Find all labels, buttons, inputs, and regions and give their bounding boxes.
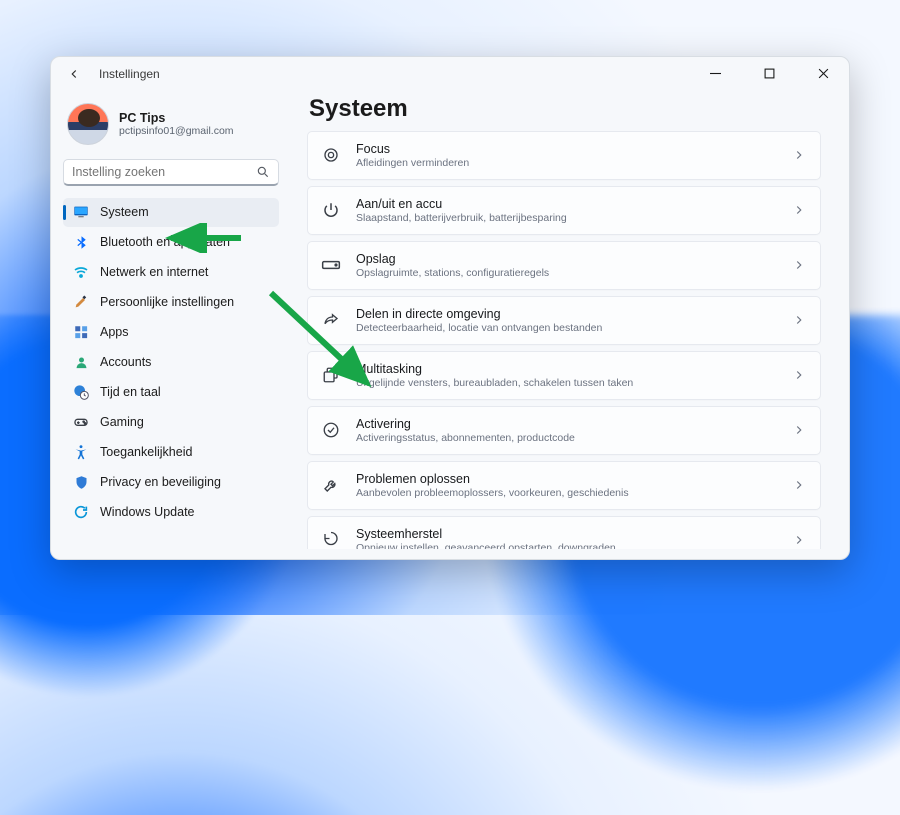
check-circle-icon — [320, 421, 342, 439]
restore-icon — [320, 531, 342, 549]
share-icon — [320, 311, 342, 329]
windows-stack-icon — [320, 366, 342, 384]
monitor-icon — [73, 204, 89, 220]
sidebar-item-toegankelijkheid[interactable]: Toegankelijkheid — [63, 438, 279, 467]
apps-icon — [73, 324, 89, 340]
brush-icon — [73, 294, 89, 310]
shield-icon — [73, 474, 89, 490]
profile-block[interactable]: PC Tips pctipsinfo01@gmail.com — [63, 99, 279, 153]
sidebar-item-systeem[interactable]: Systeem — [63, 198, 279, 227]
titlebar: Instellingen — [51, 57, 849, 91]
arrow-left-icon — [67, 67, 81, 81]
target-icon — [320, 146, 342, 164]
profile-name: PC Tips — [119, 111, 234, 125]
wifi-icon — [73, 264, 89, 280]
sidebar-item-apps[interactable]: Apps — [63, 318, 279, 347]
sidebar-item-bluetooth-en-apparaten[interactable]: Bluetooth en apparaten — [63, 228, 279, 257]
settings-list[interactable]: FocusAfleidingen verminderen Aan/uit en a… — [307, 131, 827, 549]
setting-subtitle: Uitgelijnde vensters, bureaubladen, scha… — [356, 377, 778, 389]
setting-title: Aan/uit en accu — [356, 197, 778, 211]
chevron-right-icon — [792, 368, 806, 382]
chevron-right-icon — [792, 203, 806, 217]
setting-title: Systeemherstel — [356, 527, 778, 541]
setting-subtitle: Activeringsstatus, abonnementen, product… — [356, 432, 778, 444]
sidebar-item-label: Toegankelijkheid — [100, 445, 192, 459]
setting-title: Problemen oplossen — [356, 472, 778, 486]
sidebar-item-label: Bluetooth en apparaten — [100, 235, 230, 249]
setting-subtitle: Aanbevolen probleemoplossers, voorkeuren… — [356, 487, 778, 499]
maximize-button[interactable] — [749, 60, 789, 88]
bluetooth-icon — [73, 234, 89, 250]
setting-row-focus[interactable]: FocusAfleidingen verminderen — [307, 131, 821, 180]
globe-clock-icon — [73, 384, 89, 400]
sidebar-item-label: Privacy en beveiliging — [100, 475, 221, 489]
page-title: Systeem — [309, 95, 827, 123]
settings-window: Instellingen PC Tips pctipsinfo01@gmail.… — [50, 56, 850, 560]
chevron-right-icon — [792, 478, 806, 492]
setting-subtitle: Slaapstand, batterijverbruik, batterijbe… — [356, 212, 778, 224]
minimize-button[interactable] — [695, 60, 735, 88]
setting-row-aan-uit-en-accu[interactable]: Aan/uit en accuSlaapstand, batterijverbr… — [307, 186, 821, 235]
sidebar-item-label: Systeem — [100, 205, 149, 219]
sidebar-item-label: Accounts — [100, 355, 151, 369]
sidebar-item-privacy-en-beveiliging[interactable]: Privacy en beveiliging — [63, 468, 279, 497]
setting-title: Activering — [356, 417, 778, 431]
setting-row-activering[interactable]: ActiveringActiveringsstatus, abonnemente… — [307, 406, 821, 455]
avatar — [67, 103, 109, 145]
update-icon — [73, 504, 89, 520]
close-button[interactable] — [803, 60, 843, 88]
sidebar-item-label: Tijd en taal — [100, 385, 161, 399]
person-icon — [73, 354, 89, 370]
sidebar-item-tijd-en-taal[interactable]: Tijd en taal — [63, 378, 279, 407]
sidebar: PC Tips pctipsinfo01@gmail.com Systeem Bl… — [51, 91, 291, 559]
power-icon — [320, 201, 342, 219]
sidebar-item-label: Gaming — [100, 415, 144, 429]
search-box[interactable] — [63, 159, 279, 186]
content-area: PC Tips pctipsinfo01@gmail.com Systeem Bl… — [51, 91, 849, 559]
setting-row-problemen-oplossen[interactable]: Problemen oplossenAanbevolen probleemopl… — [307, 461, 821, 510]
chevron-right-icon — [792, 533, 806, 547]
gamepad-icon — [73, 414, 89, 430]
setting-title: Delen in directe omgeving — [356, 307, 778, 321]
sidebar-item-label: Netwerk en internet — [100, 265, 208, 279]
setting-row-multitasking[interactable]: MultitaskingUitgelijnde vensters, bureau… — [307, 351, 821, 400]
sidebar-nav: Systeem Bluetooth en apparaten Netwerk en … — [63, 198, 279, 527]
chevron-right-icon — [792, 258, 806, 272]
back-button[interactable] — [63, 63, 85, 85]
sidebar-item-accounts[interactable]: Accounts — [63, 348, 279, 377]
setting-title: Multitasking — [356, 362, 778, 376]
setting-title: Opslag — [356, 252, 778, 266]
sidebar-item-persoonlijke-instellingen[interactable]: Persoonlijke instellingen — [63, 288, 279, 317]
drive-icon — [320, 258, 342, 272]
setting-title: Focus — [356, 142, 778, 156]
profile-email: pctipsinfo01@gmail.com — [119, 125, 234, 137]
sidebar-item-gaming[interactable]: Gaming — [63, 408, 279, 437]
wrench-icon — [320, 476, 342, 494]
sidebar-item-label: Apps — [100, 325, 129, 339]
search-input[interactable] — [72, 165, 248, 179]
main-panel: Systeem FocusAfleidingen verminderen Aan/… — [291, 91, 849, 559]
chevron-right-icon — [792, 423, 806, 437]
window-title: Instellingen — [99, 67, 160, 81]
close-icon — [818, 68, 829, 79]
sidebar-item-label: Windows Update — [100, 505, 195, 519]
minimize-icon — [710, 68, 721, 79]
sidebar-item-netwerk-en-internet[interactable]: Netwerk en internet — [63, 258, 279, 287]
setting-row-opslag[interactable]: OpslagOpslagruimte, stations, configurat… — [307, 241, 821, 290]
setting-subtitle: Opslagruimte, stations, configuratierege… — [356, 267, 778, 279]
sidebar-item-windows-update[interactable]: Windows Update — [63, 498, 279, 527]
chevron-right-icon — [792, 148, 806, 162]
accessibility-icon — [73, 444, 89, 460]
search-icon — [256, 165, 270, 179]
setting-row-delen-in-directe-omgeving[interactable]: Delen in directe omgevingDetecteerbaarhe… — [307, 296, 821, 345]
maximize-icon — [764, 68, 775, 79]
sidebar-item-label: Persoonlijke instellingen — [100, 295, 234, 309]
setting-row-systeemherstel[interactable]: SysteemherstelOpnieuw instellen, geavanc… — [307, 516, 821, 549]
chevron-right-icon — [792, 313, 806, 327]
setting-subtitle: Opnieuw instellen, geavanceerd opstarten… — [356, 542, 778, 549]
setting-subtitle: Detecteerbaarheid, locatie van ontvangen… — [356, 322, 778, 334]
setting-subtitle: Afleidingen verminderen — [356, 157, 778, 169]
